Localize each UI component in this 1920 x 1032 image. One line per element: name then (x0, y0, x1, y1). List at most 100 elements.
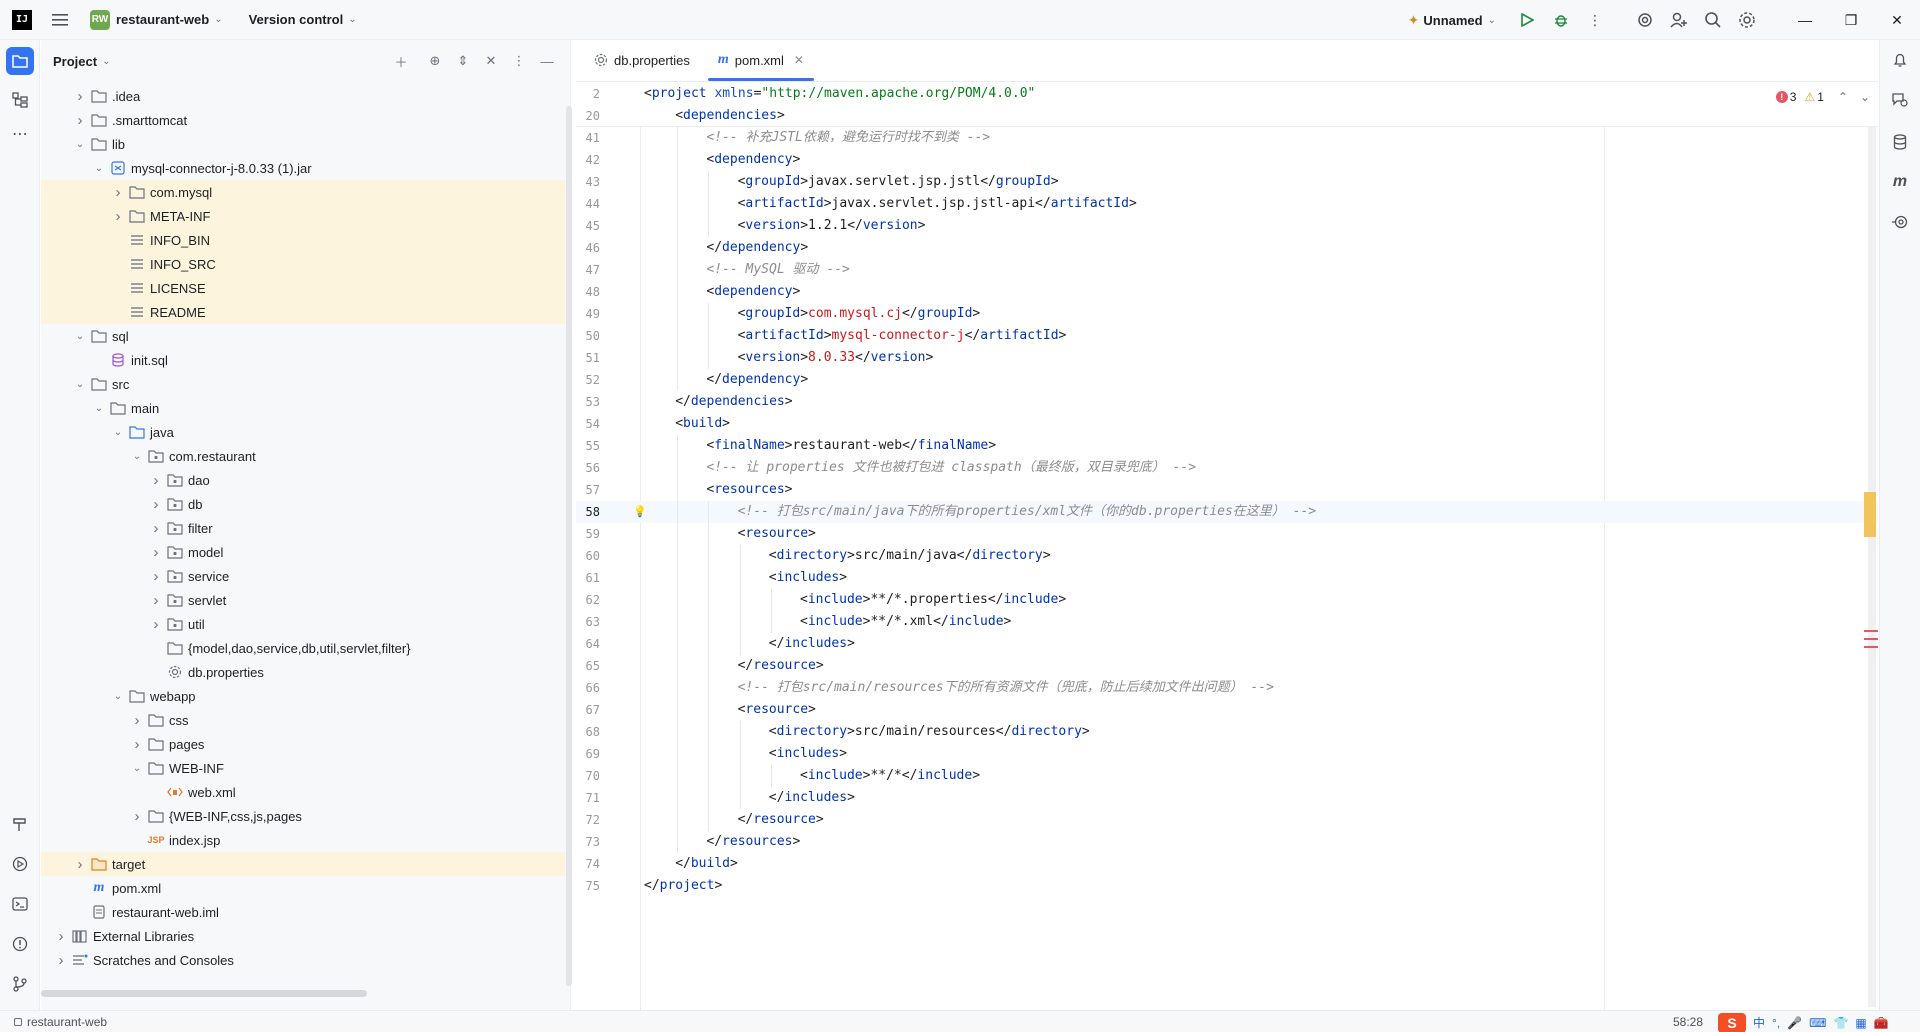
debug-button[interactable] (1546, 5, 1576, 35)
tab-db-properties[interactable]: db.properties (580, 39, 704, 81)
code-line[interactable]: 75 </project> (576, 875, 1878, 897)
tree-item[interactable]: › META-INF (41, 204, 565, 228)
microphone-icon[interactable]: 🎤 (1787, 1016, 1802, 1030)
code-line[interactable]: 42 <dependency> (576, 149, 1878, 171)
chevron-right-icon[interactable]: › (148, 568, 164, 585)
tree-item[interactable]: › Scratches and Consoles (41, 948, 565, 972)
tree-item[interactable]: › service (41, 564, 565, 588)
run-button[interactable] (1512, 5, 1542, 35)
tab-pom-xml[interactable]: m pom.xml ✕ (704, 39, 818, 81)
caret-position[interactable]: 58:28 (1673, 1015, 1703, 1029)
chevron-down-icon[interactable]: ⌄ (129, 763, 145, 774)
code-line[interactable]: 45 <version>1.2.1</version> (576, 215, 1878, 237)
chevron-right-icon[interactable]: › (72, 88, 88, 105)
new-file-button[interactable]: ＋ (388, 48, 414, 74)
tree-item[interactable]: ⌄ main (41, 396, 565, 420)
code-line[interactable]: 53 </dependencies> (576, 391, 1878, 413)
chevron-up-icon[interactable]: ⌃ (1838, 90, 1848, 104)
tree-item[interactable]: JSP index.jsp (41, 828, 565, 852)
code-line[interactable]: 56 <!-- 让 properties 文件也被打包进 classpath（最终… (576, 457, 1878, 479)
sogou-ime-icon[interactable]: S (1718, 1012, 1746, 1032)
code-line[interactable]: 71 </includes> (576, 787, 1878, 809)
keyboard-icon[interactable]: ⌨ (1809, 1016, 1826, 1030)
chevron-right-icon[interactable]: › (53, 952, 69, 969)
code-line[interactable]: 68 <directory>src/main/resources</directo… (576, 721, 1878, 743)
search-everywhere-button[interactable] (1698, 5, 1728, 35)
tree-item[interactable]: ⌄ webapp (41, 684, 565, 708)
notifications-button[interactable] (1887, 47, 1913, 73)
code-line[interactable]: 70 <include>**/*</include> (576, 765, 1878, 787)
code-line[interactable]: 62 <include>**/*.properties</include> (576, 589, 1878, 611)
run-config-selector[interactable]: ✦ Unnamed ⌄ (1408, 12, 1496, 29)
chevron-down-icon[interactable]: ⌄ (72, 379, 88, 390)
tree-item[interactable]: › target (41, 852, 565, 876)
problems-tool-button[interactable] (6, 930, 34, 958)
chevron-right-icon[interactable]: › (148, 616, 164, 633)
options-button[interactable]: ⋮ (506, 48, 532, 74)
tree-item[interactable]: › db (41, 492, 565, 516)
chevron-right-icon[interactable]: › (148, 592, 164, 609)
chevron-down-icon[interactable]: ⌄ (110, 427, 126, 438)
code-line[interactable]: 59 <resource> (576, 523, 1878, 545)
tree-vertical-scrollbar[interactable] (566, 106, 572, 986)
terminal-tool-button[interactable] (6, 890, 34, 918)
code-line[interactable]: 52 </dependency> (576, 369, 1878, 391)
code-line[interactable]: 41 <!-- 补充JSTL依赖，避免运行时找不到类 --> (576, 127, 1878, 149)
chevron-right-icon[interactable]: › (110, 208, 126, 225)
tree-item[interactable]: ⌄ java (41, 420, 565, 444)
tree-item[interactable]: m pom.xml (41, 876, 565, 900)
grid-icon[interactable]: ▦ (1855, 1016, 1866, 1030)
expand-all-button[interactable]: ⇕ (450, 48, 476, 74)
code-line[interactable]: 69 <includes> (576, 743, 1878, 765)
code-line[interactable]: 57 <resources> (576, 479, 1878, 501)
chevron-right-icon[interactable]: › (129, 808, 145, 825)
code-line[interactable]: 2 <project xmlns="http://maven.apache.org… (576, 83, 1878, 105)
tree-item[interactable]: › dao (41, 468, 565, 492)
code-line[interactable]: 51 <version>8.0.33</version> (576, 347, 1878, 369)
code-line[interactable]: 65 </resource> (576, 655, 1878, 677)
code-with-me-button[interactable] (1664, 5, 1694, 35)
tree-item[interactable]: restaurant-web.iml (41, 900, 565, 924)
code-line[interactable]: 48 <dependency> (576, 281, 1878, 303)
tree-item[interactable]: ⌄ WEB-INF (41, 756, 565, 780)
settings-button[interactable] (1732, 5, 1762, 35)
tree-item[interactable]: {model,dao,service,db,util,servlet,filte… (41, 636, 565, 660)
inspection-widget[interactable]: ! 3 ⚠ 1 ⌃ ⌄ (1775, 90, 1870, 104)
scroll-thumb[interactable] (1864, 492, 1876, 537)
tree-item[interactable]: LICENSE (41, 276, 565, 300)
build-tool-button[interactable] (6, 810, 34, 838)
select-opened-file-button[interactable]: ⊕ (422, 48, 448, 74)
error-stripe-marks[interactable] (1864, 630, 1878, 654)
chevron-right-icon[interactable]: › (72, 856, 88, 873)
tree-item[interactable]: › {WEB-INF,css,js,pages (41, 804, 565, 828)
code-line[interactable]: 67 <resource> (576, 699, 1878, 721)
code-line[interactable]: 64 </includes> (576, 633, 1878, 655)
tree-item[interactable]: ⌄ lib (41, 132, 565, 156)
breadcrumb[interactable]: restaurant-web (14, 1015, 107, 1029)
project-widget[interactable]: RW restaurant-web ⌄ (84, 6, 229, 34)
tree-item[interactable]: ⌄ sql (41, 324, 565, 348)
chevron-down-icon[interactable]: ⌄ (1860, 90, 1870, 104)
tree-item[interactable]: init.sql (41, 348, 565, 372)
tree-item[interactable]: README (41, 300, 565, 324)
code-line[interactable]: 43 <groupId>javax.servlet.jsp.jstl</group… (576, 171, 1878, 193)
code-line[interactable]: 66 <!-- 打包src/main/resources下的所有资源文件（兜底，防… (576, 677, 1878, 699)
chevron-right-icon[interactable]: › (72, 112, 88, 129)
close-window-button[interactable]: ✕ (1874, 0, 1920, 40)
code-line[interactable]: 60 <directory>src/main/java</directory> (576, 545, 1878, 567)
chevron-down-icon[interactable]: ⌄ (110, 691, 126, 702)
maven-button[interactable]: m (1887, 169, 1913, 195)
chevron-right-icon[interactable]: › (129, 712, 145, 729)
chevron-right-icon[interactable]: › (53, 928, 69, 945)
ai-chat-button[interactable] (1887, 87, 1913, 113)
git-tool-button[interactable] (6, 970, 34, 998)
tree-item[interactable]: INFO_BIN (41, 228, 565, 252)
minimize-button[interactable]: — (1782, 0, 1828, 40)
tree-item[interactable]: › model (41, 540, 565, 564)
endpoints-button[interactable] (1887, 209, 1913, 235)
tree-item[interactable]: ⌄ com.restaurant (41, 444, 565, 468)
tree-item[interactable]: › External Libraries (41, 924, 565, 948)
tree-item[interactable]: › filter (41, 516, 565, 540)
tree-item[interactable]: web.xml (41, 780, 565, 804)
tree-item[interactable]: db.properties (41, 660, 565, 684)
